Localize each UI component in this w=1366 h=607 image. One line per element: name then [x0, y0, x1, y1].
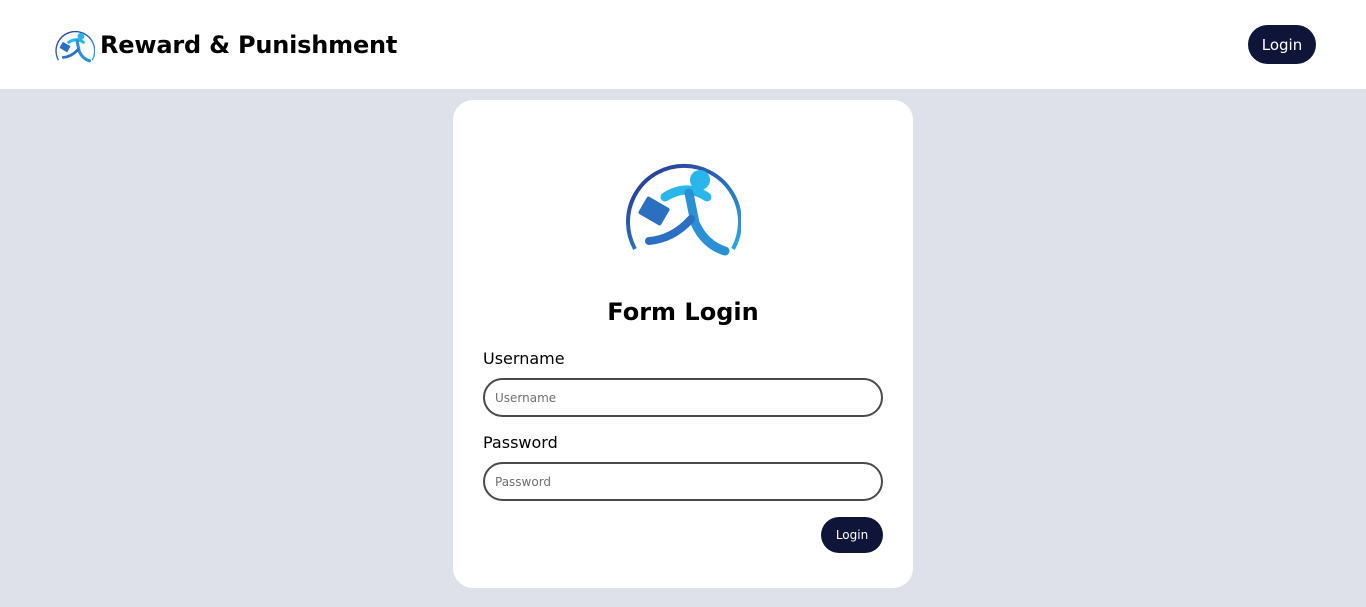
brand[interactable]: Reward & Punishment: [55, 27, 397, 63]
brand-title: Reward & Punishment: [100, 31, 398, 59]
top-navbar: Reward & Punishment Login: [0, 0, 1366, 89]
card-logo: [625, 153, 741, 257]
login-submit-button[interactable]: Login: [821, 517, 883, 553]
password-label: Password: [483, 433, 558, 452]
login-card: Form Login Username Password Login: [453, 100, 913, 588]
username-label: Username: [483, 349, 565, 368]
password-input[interactable]: [483, 462, 883, 501]
runner-briefcase-icon: [626, 163, 741, 256]
runner-briefcase-icon: [55, 30, 95, 63]
navbar-login-button[interactable]: Login: [1248, 25, 1316, 64]
username-input[interactable]: [483, 378, 883, 417]
form-title: Form Login: [607, 298, 759, 326]
